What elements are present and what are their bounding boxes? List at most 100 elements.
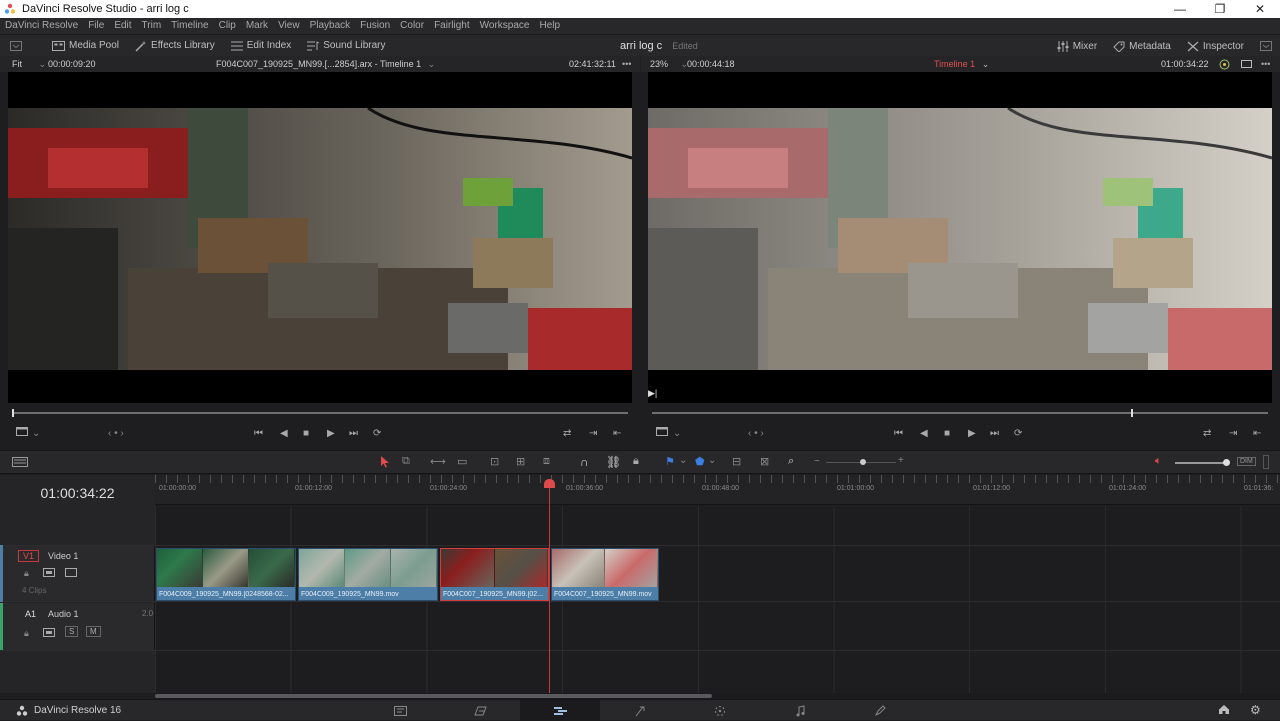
view-mode-dropdown[interactable] bbox=[16, 427, 28, 439]
menu-davinci-resolve[interactable]: DaVinci Resolve bbox=[0, 18, 83, 34]
flag-icon[interactable]: ⚑ bbox=[665, 455, 675, 468]
sound-library-button[interactable]: Sound Library bbox=[299, 35, 393, 57]
timeline-clip[interactable]: F004C009_190925_MN99.mov bbox=[298, 548, 438, 601]
source-options-icon[interactable]: ••• bbox=[622, 59, 631, 69]
source-playhead-marker[interactable] bbox=[12, 409, 14, 417]
page-tab-fairlight[interactable] bbox=[760, 700, 840, 721]
menu-mark[interactable]: Mark bbox=[241, 18, 273, 34]
go-to-start-icon[interactable]: ⏮ bbox=[894, 428, 903, 439]
chevron-down-icon[interactable]: ⌄ bbox=[708, 455, 716, 466]
menu-clip[interactable]: Clip bbox=[214, 18, 241, 34]
zoom-custom-icon[interactable]: ⌕ bbox=[788, 455, 794, 468]
match-frame-icon[interactable]: ⇄ bbox=[563, 428, 571, 439]
go-to-start-icon[interactable]: ⏮ bbox=[254, 428, 263, 439]
menu-trim[interactable]: Trim bbox=[137, 18, 167, 34]
menu-workspace[interactable]: Workspace bbox=[475, 18, 535, 34]
panel-collapse-button[interactable] bbox=[0, 35, 32, 57]
track-output-icon[interactable] bbox=[65, 568, 77, 580]
snapping-icon[interactable]: ∩ bbox=[580, 455, 589, 469]
zoom-full-icon[interactable]: ⊟ bbox=[732, 455, 741, 468]
metadata-button[interactable]: Metadata bbox=[1105, 35, 1179, 57]
video-track-id[interactable]: V1 bbox=[18, 550, 40, 562]
close-button[interactable]: ✕ bbox=[1240, 0, 1280, 18]
zoom-out-icon[interactable]: − bbox=[814, 456, 820, 467]
timeline-ruler[interactable]: 01:00:00:00 01:00:12:00 01:00:24:00 01:0… bbox=[155, 475, 1280, 505]
lock-icon[interactable]: 🔒︎ bbox=[24, 628, 29, 639]
minimize-button[interactable]: — bbox=[1160, 0, 1200, 18]
linked-selection-icon[interactable]: ⛓ bbox=[606, 455, 621, 469]
menu-fairlight[interactable]: Fairlight bbox=[429, 18, 475, 34]
timeline-viewer-options-icon[interactable]: ••• bbox=[1261, 59, 1270, 69]
stop-icon[interactable]: ■ bbox=[944, 428, 950, 439]
marker-icon[interactable]: ⬟ bbox=[695, 455, 705, 468]
timeline-viewer[interactable]: ▶| bbox=[648, 72, 1272, 403]
source-zoom-dropdown[interactable]: Fit ⌄ bbox=[12, 59, 46, 70]
insert-clip-icon[interactable]: ⊡ bbox=[490, 455, 499, 468]
source-viewer[interactable] bbox=[8, 72, 632, 403]
inspector-button[interactable]: Inspector bbox=[1179, 35, 1252, 57]
play-icon[interactable]: ▶ bbox=[968, 428, 976, 439]
stop-icon[interactable]: ■ bbox=[303, 428, 309, 439]
mixer-button[interactable]: Mixer bbox=[1049, 35, 1105, 57]
home-icon[interactable] bbox=[1218, 704, 1230, 718]
position-lock-icon[interactable]: 🔒︎ bbox=[633, 455, 639, 468]
menu-view[interactable]: View bbox=[273, 18, 305, 34]
page-tab-fusion[interactable] bbox=[600, 700, 680, 721]
timeline-playhead-handle[interactable] bbox=[544, 479, 555, 488]
volume-slider-thumb[interactable] bbox=[1223, 459, 1230, 466]
mark-in-icon[interactable]: ⇥ bbox=[589, 428, 597, 439]
timeline-clip[interactable]: F004C009_190925_MN99.[0248568-02... bbox=[156, 548, 296, 601]
trim-tool-icon[interactable]: ⧉ bbox=[402, 455, 410, 468]
menu-help[interactable]: Help bbox=[534, 18, 565, 34]
replace-clip-icon[interactable]: ⧈ bbox=[543, 455, 550, 468]
loop-icon[interactable]: ⟳ bbox=[1014, 428, 1022, 439]
zoom-slider[interactable] bbox=[826, 459, 896, 465]
auto-select-icon[interactable] bbox=[43, 628, 55, 640]
dim-button[interactable]: DIM bbox=[1237, 457, 1256, 466]
timeline-timecode[interactable]: 01:00:34:22 bbox=[0, 485, 155, 501]
page-tab-cut[interactable] bbox=[440, 700, 520, 721]
match-frame-icon[interactable]: ⇄ bbox=[1203, 428, 1211, 439]
audio-track-id[interactable]: A1 bbox=[25, 609, 36, 619]
zoom-slider-thumb[interactable] bbox=[860, 459, 866, 465]
video-track-name[interactable]: Video 1 bbox=[48, 551, 78, 561]
menu-fusion[interactable]: Fusion bbox=[355, 18, 395, 34]
dynamic-trim-icon[interactable]: ⟷ bbox=[430, 455, 446, 468]
page-tab-edit[interactable] bbox=[520, 700, 600, 721]
timeline-name-dropdown[interactable]: Timeline 1 ⌄ bbox=[934, 59, 989, 70]
menu-edit[interactable]: Edit bbox=[109, 18, 136, 34]
jog-control[interactable]: ‹ • › bbox=[108, 428, 124, 439]
selection-tool-icon[interactable] bbox=[380, 455, 390, 471]
chevron-down-icon[interactable]: ⌄ bbox=[679, 455, 687, 466]
menu-playback[interactable]: Playback bbox=[305, 18, 356, 34]
timeline-scrub-bar[interactable] bbox=[652, 409, 1268, 417]
source-scrub-bar[interactable] bbox=[12, 409, 628, 417]
fullscreen-toggle-button[interactable] bbox=[1252, 35, 1280, 57]
effects-library-button[interactable]: Effects Library bbox=[127, 35, 223, 57]
source-clip-name-dropdown[interactable]: F004C007_190925_MN99.[...2854].arx - Tim… bbox=[216, 59, 435, 70]
mark-in-icon[interactable]: ⇥ bbox=[1229, 428, 1237, 439]
edit-index-button[interactable]: Edit Index bbox=[223, 35, 299, 57]
jog-control[interactable]: ‹ • › bbox=[748, 428, 764, 439]
timeline-zoom-dropdown[interactable]: 23% ⌄ bbox=[650, 59, 688, 70]
media-pool-button[interactable]: Media Pool bbox=[44, 35, 127, 57]
step-back-icon[interactable]: ◀ bbox=[280, 428, 288, 439]
loop-icon[interactable]: ⟳ bbox=[373, 428, 381, 439]
timeline-clip[interactable]: F004C007_190925_MN99.mov bbox=[551, 548, 659, 601]
timeline-view-options-icon[interactable] bbox=[12, 457, 28, 470]
solo-button[interactable]: S bbox=[65, 626, 79, 637]
menu-file[interactable]: File bbox=[83, 18, 109, 34]
mark-out-icon[interactable]: ⇤ bbox=[1253, 428, 1261, 439]
play-icon[interactable]: ▶ bbox=[327, 428, 335, 439]
viewer-mode-icon[interactable] bbox=[1241, 60, 1252, 70]
overwrite-clip-icon[interactable]: ⊞ bbox=[516, 455, 525, 468]
timeline-clip-selected[interactable]: F004C007_190925_MN99.[02... bbox=[440, 548, 549, 601]
step-back-icon[interactable]: ◀ bbox=[920, 428, 928, 439]
scrollbar-thumb[interactable] bbox=[155, 694, 712, 698]
go-to-end-icon[interactable]: ⏭ bbox=[990, 428, 999, 439]
zoom-in-icon[interactable]: + bbox=[898, 455, 904, 466]
timeline-playhead[interactable] bbox=[549, 488, 550, 693]
volume-slider[interactable] bbox=[1175, 459, 1230, 466]
settings-gear-icon[interactable]: ⚙ bbox=[1250, 703, 1261, 717]
lock-icon[interactable]: 🔒︎ bbox=[24, 568, 29, 579]
